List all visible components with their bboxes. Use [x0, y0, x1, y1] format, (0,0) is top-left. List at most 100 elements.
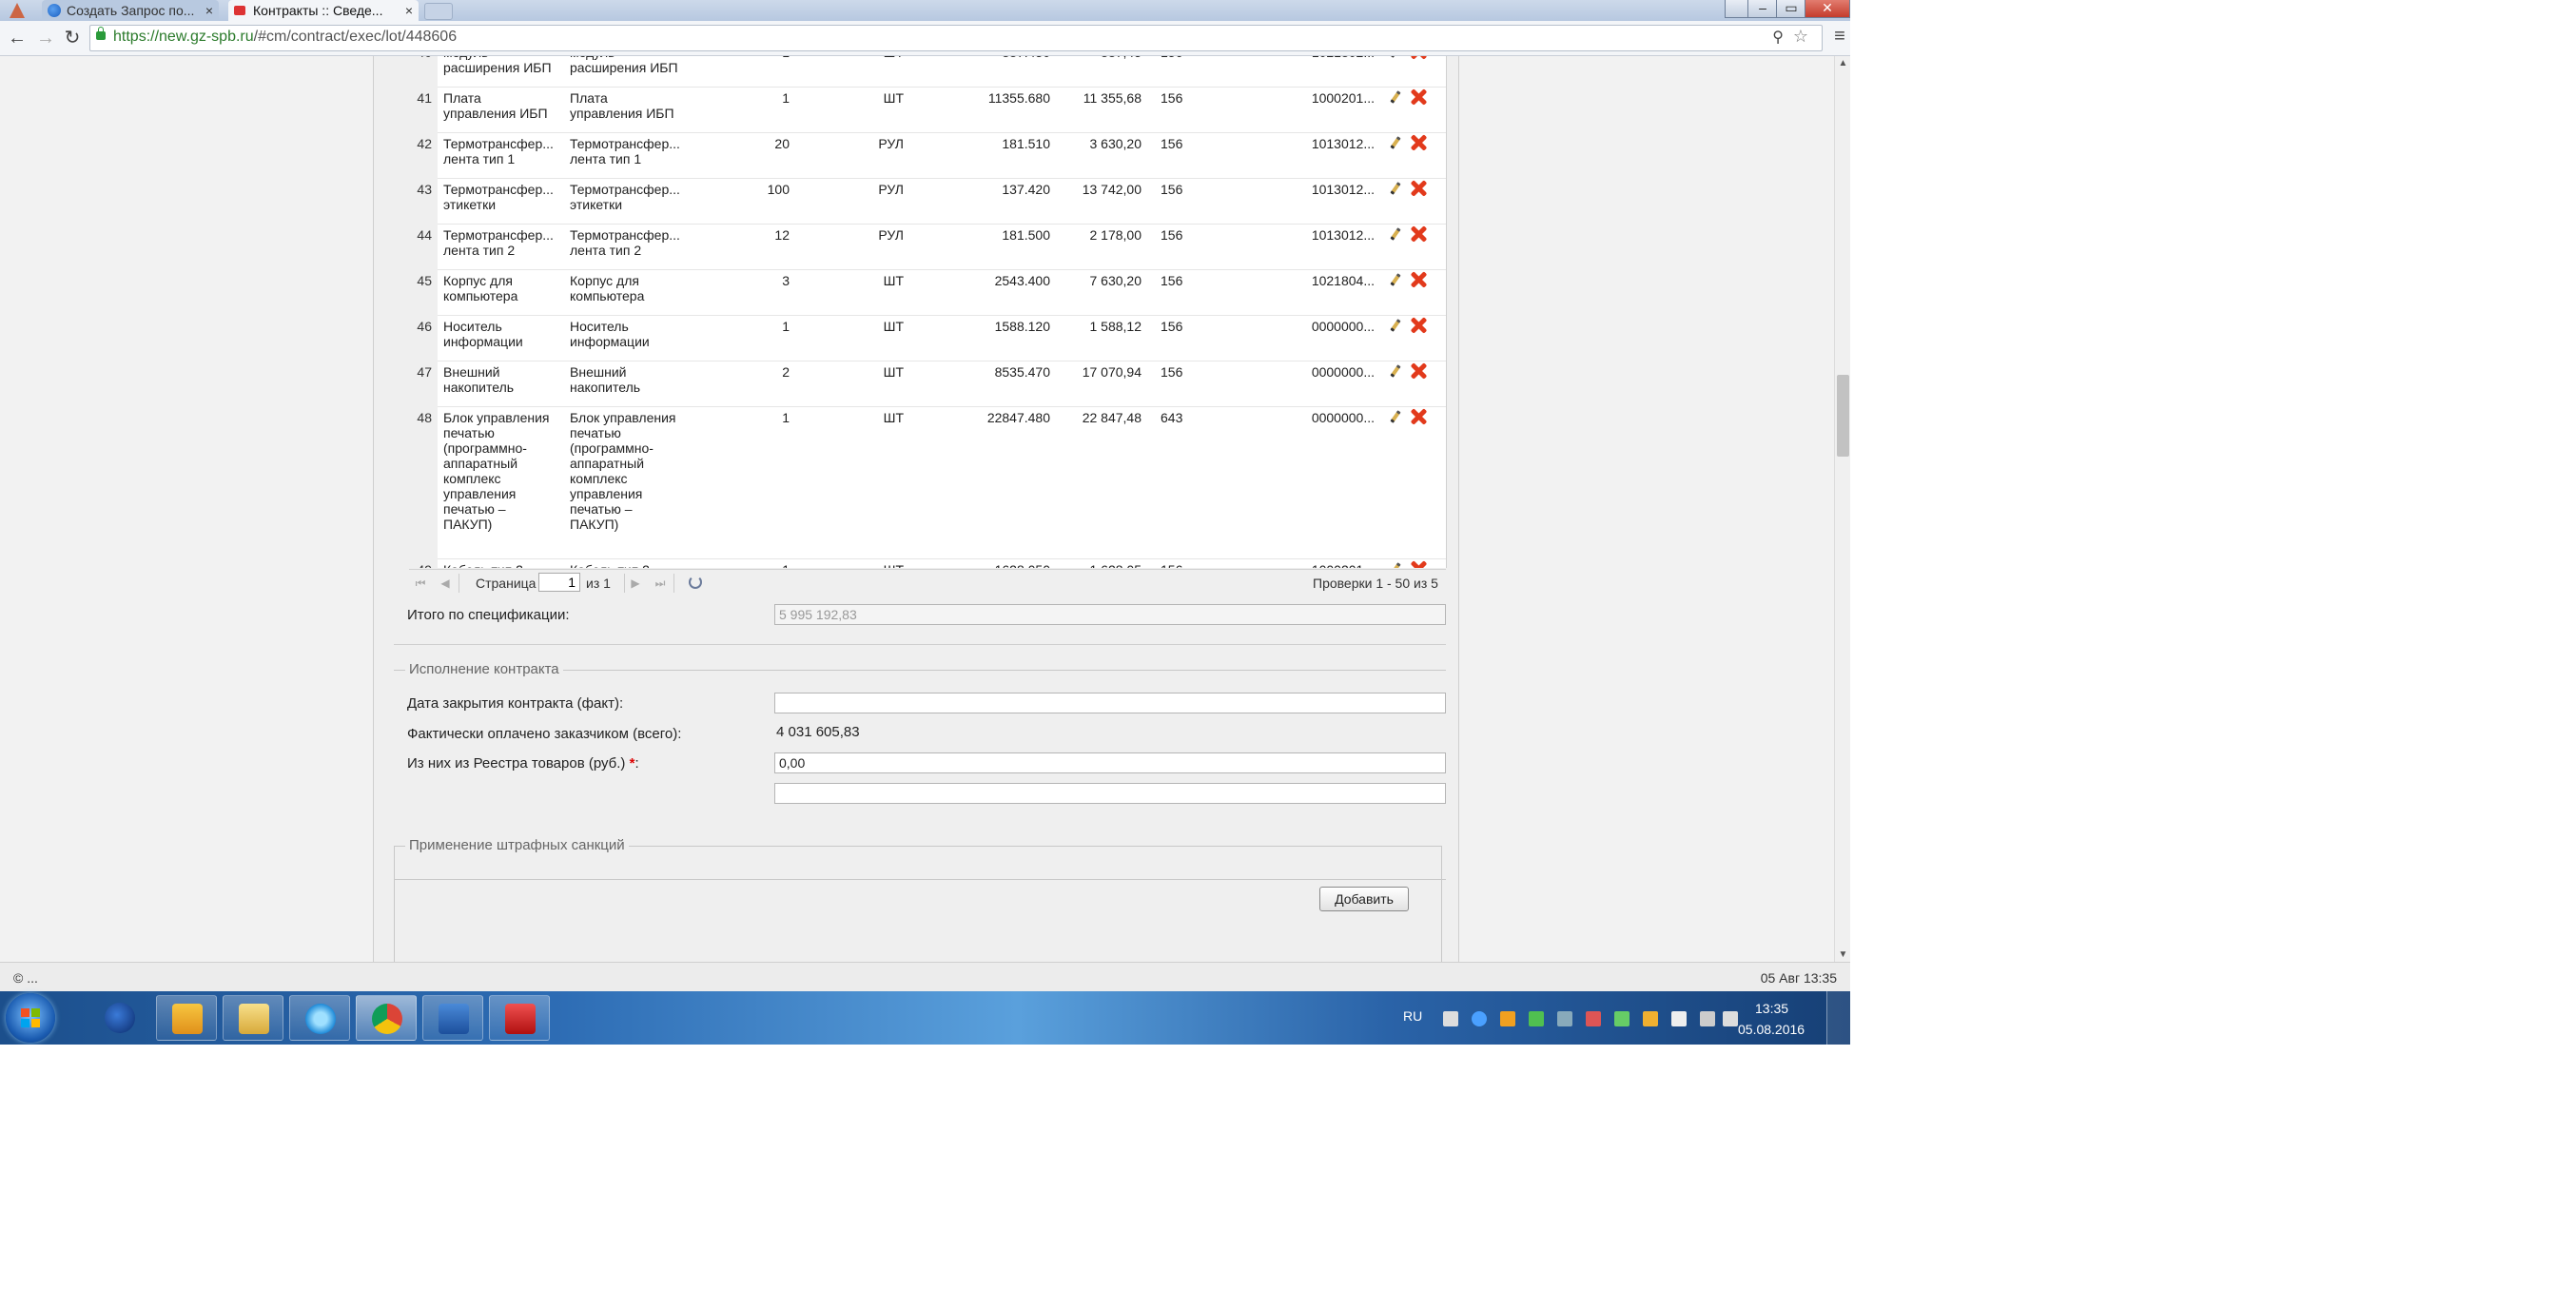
url-text[interactable]: https://new.gz-spb.ru/#cm/contract/exec/… — [113, 29, 457, 46]
new-tab-button[interactable] — [424, 3, 453, 20]
close-date-field[interactable] — [774, 693, 1446, 713]
edit-pencil-icon[interactable] — [1389, 56, 1402, 58]
network-activity-icon[interactable] — [1529, 1011, 1544, 1026]
keyboard-icon[interactable] — [1443, 1011, 1458, 1026]
delete-icon[interactable] — [1410, 56, 1427, 60]
taskbar-firefox[interactable] — [89, 995, 150, 1041]
tray-sync-icon[interactable] — [1614, 1011, 1630, 1026]
tray-app-icon[interactable] — [1500, 1011, 1515, 1026]
show-desktop-button[interactable] — [1826, 991, 1850, 1045]
delete-icon[interactable] — [1410, 560, 1427, 568]
cell-okpd: 1000201... — [1311, 90, 1375, 106]
taskbar-outlook[interactable] — [156, 995, 217, 1041]
delete-icon[interactable] — [1410, 88, 1427, 106]
window-settings-button[interactable] — [1725, 0, 1749, 18]
extra-field[interactable] — [774, 783, 1446, 804]
table-row[interactable]: 47 Внешний накопитель Внешний накопитель 2 Ш… — [409, 361, 1446, 407]
taskbar-internet-explorer[interactable] — [289, 995, 350, 1041]
table-row[interactable]: 49Кабель тип 2Кабель тип 21ШТ1628.0501 6… — [409, 558, 1446, 568]
delete-icon[interactable] — [1410, 317, 1427, 334]
cell-unit: ШТ — [809, 562, 904, 568]
taskbar-word[interactable] — [422, 995, 483, 1041]
cell-qty: 1 — [782, 90, 790, 106]
edit-pencil-icon[interactable] — [1389, 227, 1402, 241]
refresh-icon[interactable] — [689, 576, 702, 589]
bluetooth-icon[interactable] — [1472, 1011, 1487, 1026]
network-icon[interactable] — [1700, 1011, 1715, 1026]
cell-code: 643 — [1161, 410, 1183, 425]
page-number-input[interactable] — [538, 573, 580, 592]
table-row[interactable]: 48 Блок управления печатью (программно- а… — [409, 406, 1446, 559]
close-window-button[interactable]: ✕ — [1805, 0, 1850, 18]
windows-logo-icon — [21, 1008, 40, 1027]
table-row[interactable]: 43 Термотрансфер... этикетки Термотрансфер… — [409, 178, 1446, 225]
tab-title: Создать Запрос по... — [67, 3, 195, 18]
outlook-icon — [172, 1004, 203, 1034]
next-page-icon[interactable]: ▶ — [628, 576, 643, 591]
cell-code: 156 — [1161, 227, 1183, 243]
table-row[interactable]: 42 Термотрансфер... лента тип 1 Термотранс… — [409, 132, 1446, 179]
table-row[interactable]: 41 Плата управления ИБП Плата управления И… — [409, 87, 1446, 133]
prev-page-icon[interactable]: ◀ — [438, 576, 453, 591]
maximize-button[interactable]: ▭ — [1776, 0, 1806, 18]
scroll-up-icon[interactable]: ▲ — [1835, 58, 1850, 68]
tab-close-icon[interactable]: × — [405, 0, 413, 21]
edit-pencil-icon[interactable] — [1389, 410, 1402, 423]
table-row[interactable]: 44 Термотрансфер... лента тип 2 Термотранс… — [409, 224, 1446, 270]
tray-alert-icon[interactable] — [1586, 1011, 1601, 1026]
delete-icon[interactable] — [1410, 362, 1427, 380]
zoom-icon[interactable]: ⚲ — [1772, 28, 1784, 47]
taskbar-app[interactable] — [489, 995, 550, 1041]
start-button[interactable] — [6, 993, 55, 1043]
edit-pencil-icon[interactable] — [1389, 319, 1402, 332]
edit-pencil-icon[interactable] — [1389, 562, 1402, 568]
table-row[interactable]: 40 модуль расширения ИБП модуль расширения… — [409, 56, 1446, 88]
edit-pencil-icon[interactable] — [1389, 273, 1402, 286]
clock-time[interactable]: 13:35 — [1755, 1001, 1788, 1016]
cell-price: 137.420 — [1002, 182, 1050, 197]
last-page-icon[interactable]: ⏭ — [653, 576, 668, 591]
add-penalty-button[interactable]: Добавить — [1319, 887, 1409, 911]
table-row[interactable]: 46 Носитель информации Носитель информации… — [409, 315, 1446, 361]
url-path: /#cm/contract/exec/lot/448606 — [253, 29, 458, 45]
edit-pencil-icon[interactable] — [1389, 182, 1402, 195]
delete-icon[interactable] — [1410, 408, 1427, 425]
tab-contracts[interactable]: Контракты :: Сведе... × — [228, 0, 419, 21]
minimize-button[interactable]: – — [1747, 0, 1778, 18]
table-row[interactable]: 45 Корпус для компьютера Корпус для компью… — [409, 269, 1446, 316]
tab-create-request[interactable]: Создать Запрос по... × — [42, 0, 219, 21]
app-red-icon — [505, 1004, 536, 1034]
volume-icon[interactable] — [1723, 1011, 1738, 1026]
outlook-tray-icon[interactable] — [1643, 1011, 1658, 1026]
edit-pencil-icon[interactable] — [1389, 364, 1402, 378]
bookmark-star-icon[interactable]: ☆ — [1793, 27, 1808, 47]
edit-pencil-icon[interactable] — [1389, 136, 1402, 149]
scroll-down-icon[interactable]: ▼ — [1835, 949, 1850, 960]
language-indicator[interactable]: RU — [1403, 1008, 1422, 1024]
back-arrow-icon[interactable]: ← — [6, 27, 29, 49]
page-scrollbar[interactable]: ▲ ▼ — [1834, 56, 1850, 962]
action-center-icon[interactable] — [1671, 1011, 1687, 1026]
chrome-icon — [372, 1004, 402, 1034]
taskbar-chrome[interactable] — [356, 995, 417, 1041]
delete-icon[interactable] — [1410, 225, 1427, 243]
tab-close-icon[interactable]: × — [205, 0, 213, 21]
registry-amount-field[interactable] — [774, 752, 1446, 773]
cell-name1: модуль расширения ИБП — [443, 56, 552, 75]
delete-icon[interactable] — [1410, 134, 1427, 151]
paid-value: 4 031 605,83 — [776, 724, 860, 740]
delete-icon[interactable] — [1410, 180, 1427, 197]
taskbar-explorer[interactable] — [223, 995, 283, 1041]
cell-code: 156 — [1161, 273, 1183, 288]
scrollbar-thumb[interactable] — [1837, 375, 1849, 457]
reload-icon[interactable]: ↻ — [61, 27, 84, 49]
delete-icon[interactable] — [1410, 271, 1427, 288]
address-bar[interactable]: https://new.gz-spb.ru/#cm/contract/exec/… — [89, 25, 1823, 51]
browser-menu-icon[interactable]: ≡ — [1831, 27, 1848, 46]
tray-tool-icon[interactable] — [1557, 1011, 1572, 1026]
forward-arrow-icon[interactable]: → — [34, 27, 57, 49]
clock-date[interactable]: 05.08.2016 — [1738, 1022, 1805, 1037]
edit-pencil-icon[interactable] — [1389, 90, 1402, 104]
first-page-icon[interactable]: ⏮ — [413, 576, 428, 591]
close-date-label: Дата закрытия контракта (факт): — [407, 695, 624, 712]
